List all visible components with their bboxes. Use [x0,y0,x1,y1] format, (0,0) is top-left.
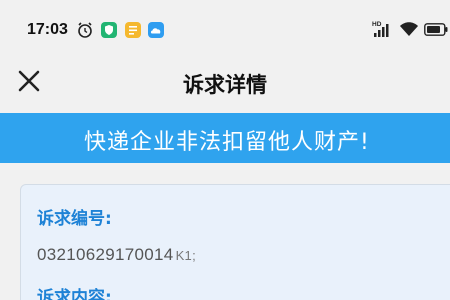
complaint-content-label: 诉求内容: [37,288,112,300]
page-title: 诉求详情 [183,73,267,97]
hd-signal-icon: HD [372,21,389,37]
detail-card: 诉求编号: 03210629170014 K1; 诉求内容: [20,184,450,300]
complaint-number-value: 03210629170014 K1; [37,245,196,265]
complaint-number-label: 诉求编号: [37,209,112,229]
complaint-title: 快递企业非法扣留他人财产! [84,130,370,155]
status-time: 17:03 [27,21,68,38]
note-icon [125,22,141,38]
wifi-icon [400,22,418,36]
status-bar: 17:03 HD [0,0,450,56]
battery-icon [424,23,448,36]
hd-label: HD [372,21,382,28]
title-banner: 快递企业非法扣留他人财产! [0,113,450,163]
cloud-icon [148,22,164,38]
nav-bar: 诉求详情 [0,56,450,108]
alarm-icon [78,22,92,38]
shield-icon [101,22,117,38]
complaint-number-suffix: K1; [175,248,196,263]
complaint-number: 03210629170014 [37,245,174,264]
